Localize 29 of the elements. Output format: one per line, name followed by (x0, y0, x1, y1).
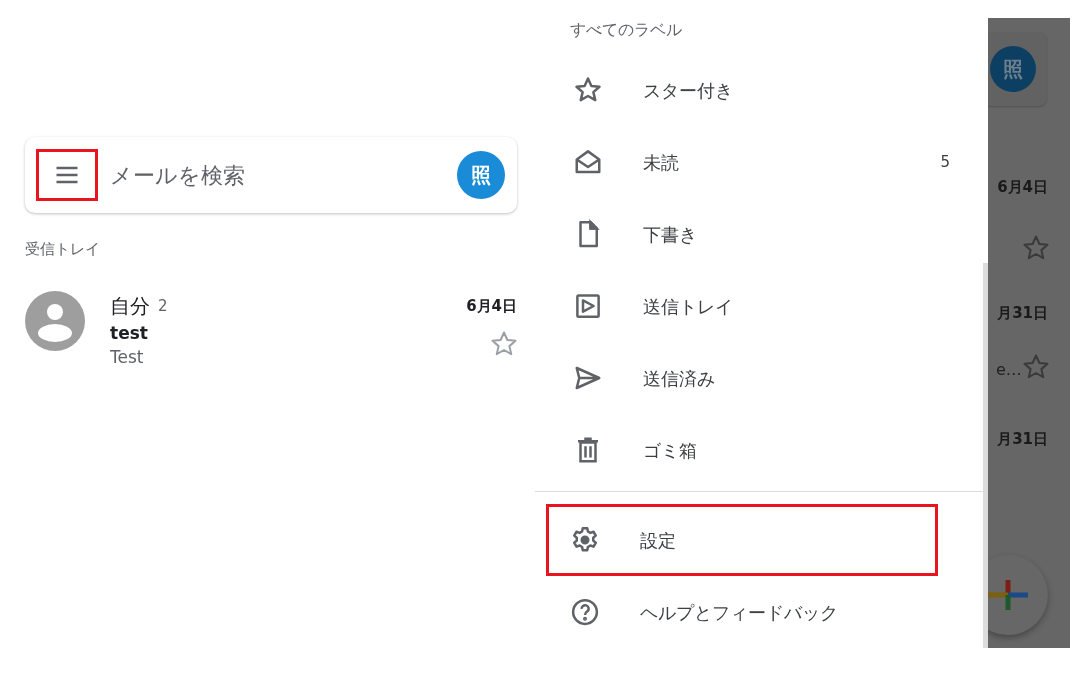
message-date: 6月4日 (997, 177, 1048, 198)
person-avatar-icon (25, 291, 85, 351)
message-date: 月31日 (997, 303, 1048, 324)
message-count: 2 (158, 295, 168, 317)
account-avatar: 照 (990, 46, 1036, 92)
drawer-item[interactable]: ヘルプとフィードバック (546, 576, 938, 648)
unread-count: 5 (940, 151, 950, 173)
message-snippet: e… (996, 359, 1022, 381)
search-field[interactable]: メールを検索 (108, 157, 457, 193)
sender-name: 自分 (110, 293, 150, 320)
settings-icon (570, 525, 600, 555)
drawer-item[interactable]: スター付き (535, 54, 983, 126)
message-date: 6月4日 (466, 295, 517, 317)
message-subject: test (110, 322, 149, 345)
drawer-heading: すべてのラベル (569, 19, 683, 41)
account-avatar[interactable]: 照 (457, 151, 505, 199)
help-icon (570, 597, 600, 627)
drawer-item[interactable]: 未読 5 (535, 126, 983, 198)
message-date: 月31日 (997, 429, 1048, 450)
outbox-icon (573, 291, 603, 321)
message-snippet: Test (110, 346, 145, 369)
scrollbar-thumb[interactable] (983, 263, 988, 648)
folder-title: 受信トレイ (25, 239, 101, 259)
drawer-item[interactable]: 設定 (546, 504, 938, 576)
drawer-item[interactable]: 下書き (535, 198, 983, 270)
drawer-item[interactable]: 送信済み (535, 342, 983, 414)
menu-button[interactable] (36, 149, 98, 201)
drawer-item[interactable]: 送信トレイ (535, 270, 983, 342)
drawer-item[interactable]: ゴミ箱 (535, 414, 983, 486)
